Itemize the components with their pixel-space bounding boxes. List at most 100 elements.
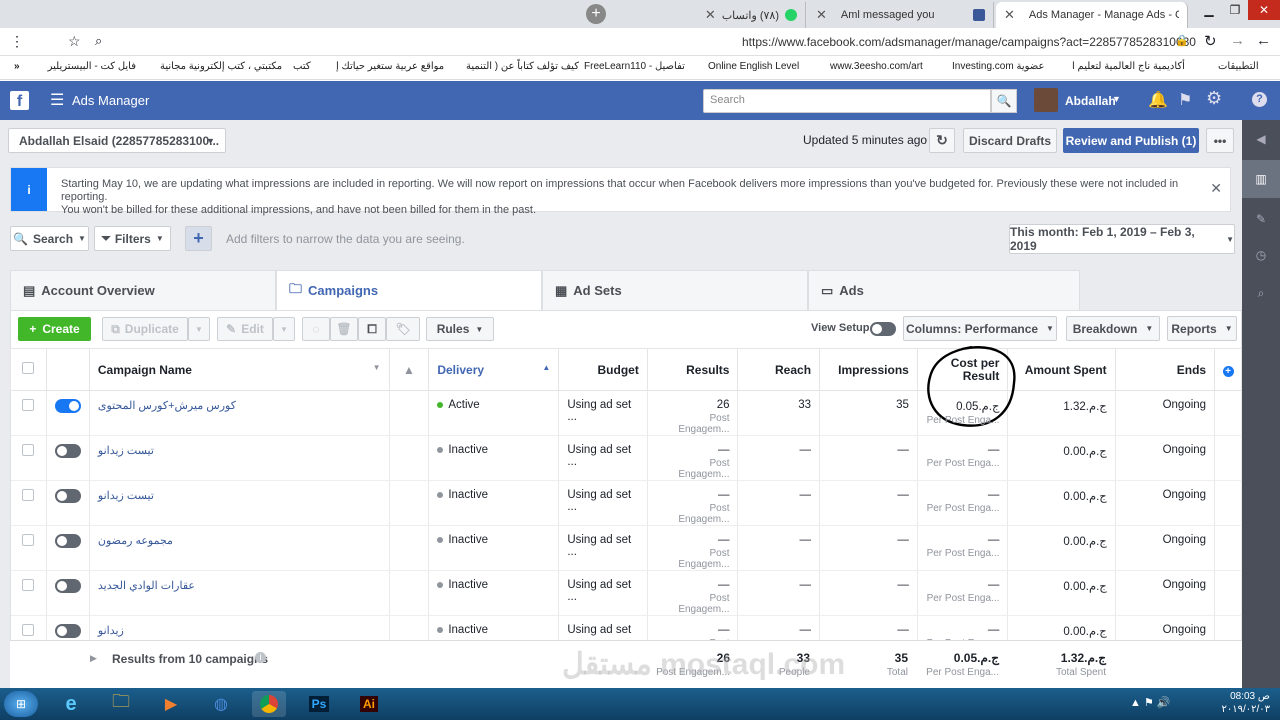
folder-icon[interactable]: 🗀 <box>104 691 138 717</box>
add-column-icon[interactable]: + <box>1222 365 1234 377</box>
col-ends[interactable]: Ends <box>1114 348 1216 391</box>
account-selector[interactable]: Abdallah Elsaid (22857785283100... ▼ <box>8 128 226 153</box>
col-reach[interactable]: Reach <box>737 348 821 391</box>
campaign-name[interactable]: تيست زيدانو <box>98 490 154 502</box>
clock-time[interactable]: 08:03 ص <box>1210 691 1270 702</box>
campaign-name[interactable]: عقارات الوادي الجديد <box>98 580 195 592</box>
expand-icon[interactable]: ▶ <box>90 653 97 664</box>
photoshop-icon[interactable]: Ps <box>302 691 336 717</box>
chevron-down-icon[interactable]: ▼ <box>1112 94 1121 104</box>
row-toggle-cell[interactable] <box>46 525 90 571</box>
review-publish-button[interactable]: Review and Publish (1) <box>1063 128 1199 153</box>
columns-button[interactable]: Columns: Performance ▼ <box>903 316 1057 341</box>
campaign-toggle[interactable] <box>54 444 81 458</box>
row-toggle-cell[interactable] <box>46 480 90 526</box>
bookmark-item[interactable]: FreeLearn110 - تفاصيل <box>584 61 685 72</box>
media-player-icon[interactable]: ▶ <box>154 691 188 717</box>
view-setup-toggle[interactable] <box>870 322 896 336</box>
campaign-name[interactable]: مجموعه رمضون <box>98 535 173 547</box>
sort-asc-icon[interactable]: ▲ <box>542 363 550 372</box>
reload-icon[interactable]: ↻ <box>1204 32 1217 50</box>
bookmark-item[interactable]: Investing.com عضوية <box>952 61 1044 72</box>
budget-cell[interactable]: Using ad set ... <box>558 435 648 481</box>
forward-icon[interactable]: → <box>1230 32 1245 49</box>
campaign-toggle[interactable] <box>54 534 81 548</box>
row-select-cell[interactable] <box>10 390 47 436</box>
ie-icon[interactable]: e <box>54 691 88 717</box>
row-checkbox[interactable] <box>22 489 35 501</box>
budget-cell[interactable]: Using ad set ... <box>558 480 648 526</box>
campaign-toggle[interactable] <box>54 489 81 503</box>
row-toggle-cell[interactable] <box>46 570 90 616</box>
gear-icon[interactable]: ⚙ <box>1206 88 1222 109</box>
bookmark-item[interactable]: التطبيقات <box>1218 61 1259 72</box>
info-icon[interactable]: i <box>255 652 266 663</box>
more-button[interactable]: ••• <box>1206 128 1234 153</box>
campaign-name-cell[interactable]: تيست زيدانو <box>89 435 390 481</box>
row-toggle-cell[interactable] <box>46 390 90 436</box>
row-checkbox[interactable] <box>22 444 35 456</box>
create-button[interactable]: + Create <box>18 317 91 341</box>
bookmark-item[interactable]: كتب <box>293 61 311 72</box>
illustrator-icon[interactable]: Ai <box>352 691 386 717</box>
discard-drafts-button[interactable]: Discard Drafts <box>963 128 1057 153</box>
col-amount-spent[interactable]: Amount Spent <box>1007 348 1116 391</box>
campaign-toggle[interactable] <box>54 579 81 593</box>
menu-dots-icon[interactable]: ⋮ <box>10 33 24 50</box>
table-row[interactable]: تيست زيدانو Inactive Using ad set ... — Post… <box>10 480 1242 526</box>
row-select-cell[interactable] <box>10 435 47 481</box>
filters-button[interactable]: ⏷ Filters ▼ <box>94 226 171 251</box>
hamburger-menu-icon[interactable]: ☰ <box>50 90 64 110</box>
chevron-down-icon[interactable]: ▼ <box>373 363 381 372</box>
bookmark-item[interactable]: فايل كت - البيستريلير - الـ <box>46 61 136 72</box>
facebook-logo-icon[interactable]: f <box>10 91 29 110</box>
bookmark-item[interactable]: www.3eesho.com/art <box>830 61 923 72</box>
bookmark-item[interactable]: Online English Level <box>708 61 799 72</box>
col-delivery[interactable]: Delivery ▲ <box>428 348 560 391</box>
campaign-name[interactable]: تيست زيدانو <box>98 445 154 457</box>
row-checkbox[interactable] <box>22 534 35 546</box>
search-icon[interactable]: ⌕ <box>1242 274 1280 312</box>
campaign-name-cell[interactable]: تيست زيدانو <box>89 480 390 526</box>
rules-button[interactable]: Rules ▼ <box>426 317 494 341</box>
budget-cell[interactable]: Using ad set ... <box>558 525 648 571</box>
row-select-cell[interactable] <box>10 480 47 526</box>
row-toggle-cell[interactable] <box>46 435 90 481</box>
browser-tab-ads-manager[interactable]: ✕ Ads Manager - Manage Ads - Ca <box>996 2 1188 28</box>
row-select-cell[interactable] <box>10 525 47 571</box>
browser-tab-aml[interactable]: ✕ Aml messaged you <box>808 2 994 28</box>
clock-date[interactable]: ٢٠١٩/٠٢/٠٣ <box>1205 704 1270 715</box>
restore-icon[interactable]: ❐ <box>1222 0 1248 20</box>
delete-button[interactable]: 🗑 <box>330 317 358 341</box>
messenger-icon[interactable]: ◍ <box>204 691 238 717</box>
search-input[interactable]: Search <box>703 89 991 113</box>
avatar[interactable] <box>1034 88 1058 112</box>
browser-tab-whatsapp[interactable]: (٧٨) واتساب ✕ <box>636 2 806 28</box>
more-bookmarks-icon[interactable]: » <box>14 61 20 72</box>
budget-cell[interactable]: Using ad set ... <box>558 570 648 616</box>
close-icon[interactable]: ✕ <box>1004 7 1015 23</box>
col-cost-per-result[interactable]: Cost per Result <box>916 345 1016 427</box>
select-all-cell[interactable] <box>10 348 47 391</box>
table-row[interactable]: تيست زيدانو Inactive Using ad set ... — Post… <box>10 435 1242 481</box>
bookmark-item[interactable]: أكاديمية ناج العالمية لتعليم ا <box>1072 61 1185 72</box>
help-icon[interactable]: ? <box>1252 92 1267 107</box>
campaign-toggle[interactable] <box>54 399 81 413</box>
search-filter-button[interactable]: 🔍 Search ▼ <box>10 226 89 251</box>
close-icon[interactable]: ✕ <box>1210 180 1222 197</box>
chart-icon[interactable]: ▥ <box>1242 160 1280 198</box>
bookmark-item[interactable]: كيف تؤلف كتاباً عن ( التنمية <box>466 61 579 72</box>
table-row[interactable]: مجموعه رمضون Inactive Using ad set ... — Pos… <box>10 525 1242 571</box>
duplicate-button[interactable]: ⧉ Duplicate <box>102 317 188 341</box>
add-column-cell[interactable]: + <box>1214 348 1242 391</box>
reports-button[interactable]: Reports ▼ <box>1167 316 1237 341</box>
collapse-icon[interactable]: ◀ <box>1242 120 1280 158</box>
close-icon[interactable]: ✕ <box>816 7 827 23</box>
row-checkbox[interactable] <box>22 579 35 591</box>
table-row[interactable]: عقارات الوادي الجديد Inactive Using ad set… <box>10 570 1242 616</box>
duplicate-dropdown[interactable]: ▼ <box>188 317 210 341</box>
tag-button[interactable]: 🏷 <box>386 317 420 341</box>
add-filter-button[interactable]: + <box>185 226 212 251</box>
col-warning[interactable]: ▲ <box>388 348 430 391</box>
campaign-name-cell[interactable]: كورس ميرش+كورس المحتوى <box>89 390 390 436</box>
